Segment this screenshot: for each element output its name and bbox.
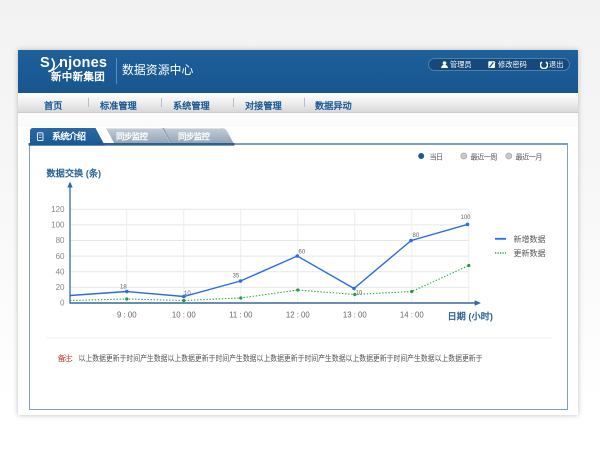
svg-text:100: 100: [460, 215, 471, 221]
svg-text:9 : 00: 9 : 00: [117, 311, 137, 320]
svg-text:14 : 00: 14 : 00: [399, 311, 424, 320]
svg-text:20: 20: [55, 283, 64, 292]
svg-text:11 : 00: 11 : 00: [229, 311, 253, 320]
svg-text:40: 40: [55, 267, 64, 276]
svg-text:同步监控: 同步监控: [178, 132, 210, 142]
svg-text:同步监控: 同步监控: [116, 132, 148, 142]
svg-text:80: 80: [55, 236, 64, 245]
svg-text:10 : 00: 10 : 00: [171, 311, 196, 320]
svg-text:0: 0: [60, 299, 65, 308]
svg-text:新增数据: 新增数据: [513, 234, 545, 244]
svg-text:以上数据更新于时间产生数据以上数据更新于时间产生数据以上数据: 以上数据更新于时间产生数据以上数据更新于时间产生数据以上数据更新于时间产生数据以…: [78, 353, 482, 363]
svg-text:10: 10: [184, 291, 191, 297]
svg-text:日期 (小时): 日期 (小时): [447, 311, 492, 322]
svg-text:12 : 00: 12 : 00: [285, 311, 310, 320]
svg-text:60: 60: [298, 250, 305, 256]
svg-text:18: 18: [120, 285, 127, 291]
svg-text:80: 80: [412, 233, 419, 239]
svg-text:35: 35: [232, 274, 239, 280]
svg-text:更新数据: 更新数据: [513, 248, 545, 258]
svg-text:60: 60: [55, 252, 64, 261]
svg-text:系统介绍: 系统介绍: [52, 131, 86, 142]
svg-text:10: 10: [355, 291, 362, 297]
svg-text:备注：: 备注：: [57, 353, 77, 363]
svg-text:13 : 00: 13 : 00: [342, 311, 367, 320]
svg-text:数据交换 (条): 数据交换 (条): [45, 168, 101, 179]
svg-text:当日: 当日: [429, 152, 443, 161]
svg-text:120: 120: [51, 205, 65, 214]
svg-text:最近一月: 最近一月: [515, 152, 542, 161]
svg-text:100: 100: [51, 221, 65, 230]
svg-text:最近一周: 最近一周: [470, 152, 497, 161]
